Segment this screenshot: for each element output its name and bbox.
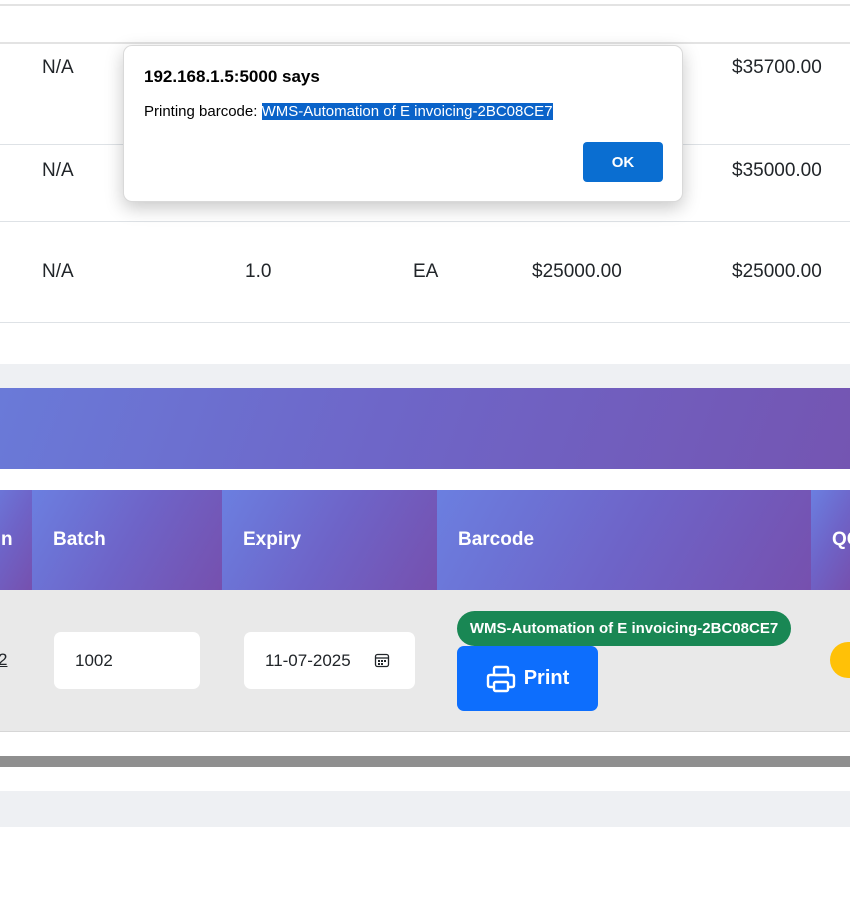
header-qc: QC	[811, 490, 850, 590]
top-strip	[0, 4, 850, 44]
cell-total: $25000.00	[732, 261, 822, 282]
cell-total: $35000.00	[732, 160, 822, 181]
header-expiry-label: Expiry	[243, 529, 302, 550]
print-button[interactable]: Print	[457, 646, 598, 711]
print-button-label: Print	[523, 667, 570, 689]
section-spacer	[0, 767, 850, 791]
ok-button[interactable]: OK	[583, 142, 663, 182]
alert-dialog: 192.168.1.5:5000 says Printing barcode: …	[123, 45, 683, 202]
batch-table-row: 2 1002 11-07-2025 WMS-Automation of E in…	[0, 590, 850, 732]
cell-total: $35700.00	[732, 57, 822, 78]
cell-price: $25000.00	[532, 261, 622, 282]
cell-na: N/A	[42, 57, 74, 78]
header-expiry: Expiry	[222, 490, 437, 590]
barcode-badge: WMS-Automation of E invoicing-2BC08CE7	[457, 611, 791, 646]
header-partial-label: n	[1, 529, 13, 550]
cell-na: N/A	[42, 261, 74, 282]
header-partial: n	[0, 490, 32, 590]
cell-uom: EA	[413, 261, 439, 282]
header-barcode: Barcode	[437, 490, 811, 590]
dialog-selected-text[interactable]: WMS-Automation of E invoicing-2BC08CE7	[261, 103, 553, 120]
qc-status-indicator[interactable]	[830, 642, 850, 678]
header-barcode-label: Barcode	[458, 529, 535, 550]
table-row: N/A 1.0 EA $25000.00 $25000.00	[0, 222, 850, 323]
section-gap	[0, 364, 850, 388]
horizontal-scrollbar[interactable]	[0, 756, 850, 767]
cell-qty: 1.0	[245, 261, 272, 282]
section-header-band	[0, 388, 850, 469]
dialog-message-prefix: Printing barcode:	[144, 103, 262, 120]
batch-input[interactable]: 1002	[54, 632, 200, 689]
header-batch-label: Batch	[53, 529, 106, 550]
expiry-date-input[interactable]: 11-07-2025	[244, 632, 415, 689]
header-qc-label: QC	[832, 529, 850, 550]
batch-table-header: n Batch Expiry Barcode QC	[0, 490, 850, 590]
partial-value[interactable]: 2	[0, 650, 7, 670]
cell-na: N/A	[42, 160, 74, 181]
header-batch: Batch	[32, 490, 222, 590]
dialog-title: 192.168.1.5:5000 says	[144, 67, 320, 86]
expiry-input-value: 11-07-2025	[265, 650, 351, 670]
dialog-message: Printing barcode: WMS-Automation of E in…	[144, 103, 553, 120]
calendar-icon[interactable]	[374, 652, 390, 668]
page-background-strip	[0, 791, 850, 827]
batch-input-value: 1002	[75, 650, 113, 670]
section-spacer	[0, 469, 850, 490]
printer-icon	[486, 665, 516, 693]
